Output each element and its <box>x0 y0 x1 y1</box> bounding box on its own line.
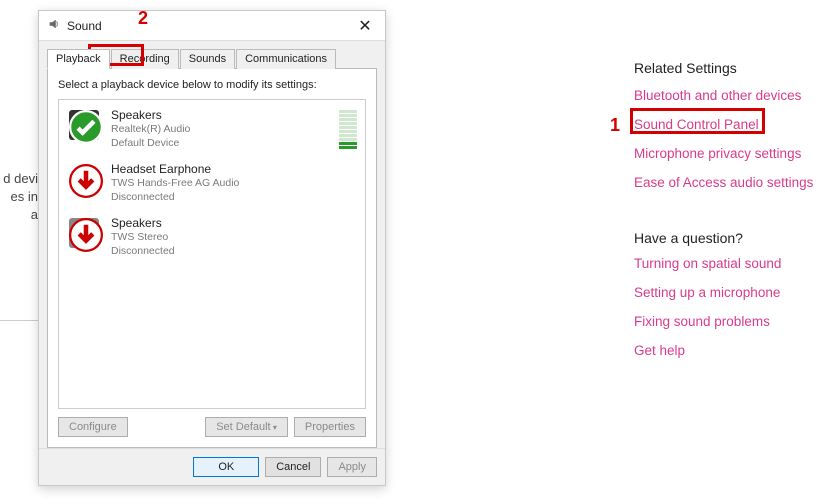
related-heading: Related Settings <box>634 60 834 76</box>
sound-icon <box>47 17 61 34</box>
ok-button[interactable]: OK <box>193 457 259 477</box>
dialog-titlebar[interactable]: Sound ✕ <box>39 11 385 41</box>
device-row[interactable]: Headset Earphone TWS Hands-Free AG Audio… <box>59 156 365 210</box>
link-microphone-privacy[interactable]: Microphone privacy settings <box>634 146 834 161</box>
link-get-help[interactable]: Get help <box>634 343 834 358</box>
callout-number-1: 1 <box>610 115 620 136</box>
level-meter <box>339 110 357 149</box>
sound-dialog: Sound ✕ Playback Recording Sounds Commun… <box>38 10 386 486</box>
device-status: Disconnected <box>111 244 357 258</box>
tab-recording[interactable]: Recording <box>111 49 179 69</box>
link-ease-of-access-audio[interactable]: Ease of Access audio settings <box>634 175 834 190</box>
instruction-text: Select a playback device below to modify… <box>58 79 366 91</box>
device-name: Headset Earphone <box>111 162 357 176</box>
device-driver: TWS Stereo <box>111 230 357 244</box>
link-setup-microphone-help[interactable]: Setting up a microphone <box>634 285 834 300</box>
close-button[interactable]: ✕ <box>349 13 381 39</box>
configure-button[interactable]: Configure <box>58 417 128 437</box>
link-bluetooth-devices[interactable]: Bluetooth and other devices <box>634 88 834 103</box>
apply-button[interactable]: Apply <box>327 457 377 477</box>
tab-strip: Playback Recording Sounds Communications <box>47 41 377 68</box>
device-driver: Realtek(R) Audio <box>111 122 329 136</box>
dialog-footer: OK Cancel Apply <box>39 448 385 485</box>
playback-panel: Select a playback device below to modify… <box>47 68 377 448</box>
check-badge-icon <box>69 110 103 144</box>
device-status: Default Device <box>111 136 329 150</box>
link-fix-sound-help[interactable]: Fixing sound problems <box>634 314 834 329</box>
device-name: Speakers <box>111 216 357 230</box>
tab-communications[interactable]: Communications <box>236 49 336 69</box>
headset-icon <box>67 162 101 196</box>
down-arrow-badge-icon <box>69 164 103 198</box>
dialog-title: Sound <box>67 19 102 33</box>
device-driver: TWS Hands-Free AG Audio <box>111 176 357 190</box>
question-heading: Have a question? <box>634 230 834 246</box>
device-row[interactable]: Speakers TWS Stereo Disconnected <box>59 210 365 264</box>
set-default-button[interactable]: Set Default <box>205 417 288 437</box>
device-status: Disconnected <box>111 190 357 204</box>
tab-sounds[interactable]: Sounds <box>180 49 235 69</box>
background-partial-text: d devi es in a <box>0 170 38 224</box>
device-row[interactable]: Speakers Realtek(R) Audio Default Device <box>59 102 365 156</box>
cancel-button[interactable]: Cancel <box>265 457 321 477</box>
device-name: Speakers <box>111 108 329 122</box>
properties-button[interactable]: Properties <box>294 417 366 437</box>
speaker-icon <box>67 216 101 250</box>
speaker-icon <box>67 108 101 142</box>
down-arrow-badge-icon <box>69 218 103 252</box>
link-sound-control-panel[interactable]: Sound Control Panel <box>634 117 834 132</box>
tab-playback[interactable]: Playback <box>47 49 110 69</box>
background-divider <box>0 320 38 321</box>
device-list[interactable]: Speakers Realtek(R) Audio Default Device <box>58 99 366 409</box>
link-spatial-sound-help[interactable]: Turning on spatial sound <box>634 256 834 271</box>
related-settings-section: Related Settings Bluetooth and other dev… <box>634 60 834 372</box>
